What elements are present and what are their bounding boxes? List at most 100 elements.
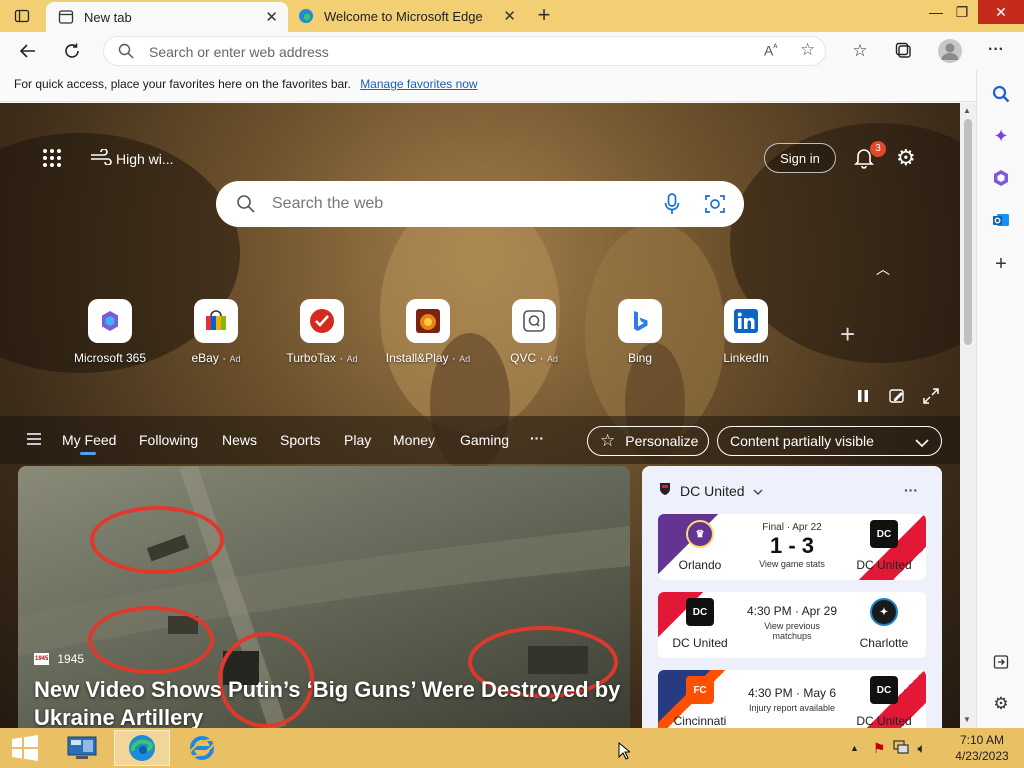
- edge-logo-icon: [298, 8, 314, 24]
- tab-play[interactable]: Play: [344, 432, 371, 448]
- page-scrollbar[interactable]: ▲ ▼: [960, 103, 976, 728]
- weather-widget[interactable]: High wi...: [90, 148, 174, 168]
- search-icon[interactable]: [989, 82, 1013, 106]
- microphone-icon[interactable]: [662, 193, 682, 218]
- tab-welcome-edge[interactable]: Welcome to Microsoft Edge ✕: [288, 0, 526, 32]
- home-team-name: DC United: [672, 636, 728, 650]
- tab-money[interactable]: Money: [393, 432, 435, 448]
- windows-taskbar: ▲ ⚑ 🔈︎ 7:10 AM 4/23/2023: [0, 728, 1024, 768]
- scrollbar-thumb[interactable]: [964, 119, 972, 345]
- favorites-icon[interactable]: ☆: [848, 40, 872, 62]
- clock[interactable]: 7:10 AM 4/23/2023: [950, 732, 1014, 764]
- game-score: 1 - 3: [769, 533, 815, 558]
- edge-taskbar-icon[interactable]: [114, 730, 170, 766]
- tab-new-tab[interactable]: New tab ✕: [46, 2, 288, 32]
- game-card[interactable]: DC DC United 4:30 PM · Apr 29 View previ…: [658, 592, 926, 658]
- notifications-bell-icon[interactable]: 3: [852, 141, 886, 171]
- hero-news-card[interactable]: 1945 1945 New Video Shows Putin’s ‘Big G…: [18, 466, 630, 728]
- action-center-flag-icon[interactable]: ⚑: [873, 740, 886, 757]
- tab-gaming[interactable]: Gaming: [460, 432, 509, 448]
- tab-actions-icon[interactable]: [10, 6, 34, 26]
- personalize-star-icon: ☆: [600, 431, 616, 450]
- quick-link-linkedin[interactable]: LinkedIn: [701, 299, 791, 365]
- feed-menu-icon[interactable]: [26, 432, 42, 449]
- quick-link-ebay[interactable]: eBay · Ad: [171, 299, 261, 365]
- away-team-name: Charlotte: [859, 636, 909, 650]
- manage-favorites-link[interactable]: Manage favorites now: [360, 77, 477, 91]
- sports-more-button[interactable]: ···: [904, 482, 918, 498]
- copilot-sparkle-icon[interactable]: ✦: [989, 124, 1013, 148]
- apps-launcher-icon[interactable]: [42, 148, 62, 171]
- refresh-button[interactable]: [60, 40, 84, 62]
- add-quick-link-button[interactable]: +: [840, 319, 855, 350]
- internet-explorer-icon[interactable]: [174, 730, 230, 766]
- mouse-cursor: [618, 741, 632, 763]
- tab-following[interactable]: Following: [139, 432, 198, 448]
- ad-label: Ad: [546, 354, 558, 364]
- feed-more-button[interactable]: ···: [530, 430, 544, 446]
- new-tab-page: High wi... Sign in 3 ⚙ Search the web ︿ …: [0, 103, 960, 728]
- quick-link-qvc[interactable]: QVC · Ad: [489, 299, 579, 365]
- game-time: 4:30 PM · Apr 29: [746, 604, 838, 618]
- server-manager-icon[interactable]: [54, 730, 110, 766]
- quick-link-turbotax[interactable]: TurboTax · Ad: [277, 299, 367, 365]
- read-aloud-icon[interactable]: Aᴬ: [764, 42, 777, 59]
- view-previous-matchups-link[interactable]: View previous matchups: [742, 621, 842, 641]
- dc-united-crest: DC: [686, 598, 714, 626]
- navigation-toolbar: Search or enter web address Aᴬ ☆ ☆ ···: [0, 32, 1024, 70]
- back-button[interactable]: [16, 40, 40, 62]
- game-card[interactable]: FC Cincinnati 4:30 PM · May 6 Injury rep…: [658, 670, 926, 728]
- sidebar-settings-icon[interactable]: ⚙: [989, 692, 1013, 716]
- address-bar[interactable]: Search or enter web address Aᴬ ☆: [103, 36, 826, 66]
- dc-united-crest: DC: [870, 520, 898, 548]
- content-visibility-label: Content partially visible: [730, 433, 874, 449]
- sign-in-button[interactable]: Sign in: [764, 143, 836, 173]
- content-visibility-dropdown[interactable]: Content partially visible: [717, 426, 942, 456]
- ebay-icon: [194, 299, 238, 343]
- hide-sidebar-icon[interactable]: [989, 650, 1013, 674]
- visual-search-icon[interactable]: [704, 193, 726, 218]
- team-selector[interactable]: DC United: [658, 482, 763, 499]
- show-hidden-icons[interactable]: ▲: [850, 743, 859, 753]
- start-button[interactable]: [0, 730, 50, 766]
- notification-badge: 3: [870, 141, 886, 157]
- office-icon[interactable]: [989, 166, 1013, 190]
- scroll-up-arrow[interactable]: ▲: [963, 106, 971, 115]
- personalize-label: Personalize: [625, 433, 699, 449]
- outlook-icon[interactable]: [989, 208, 1013, 232]
- expand-background-icon[interactable]: [923, 388, 939, 407]
- new-tab-button[interactable]: +: [532, 2, 556, 27]
- page-settings-gear-icon[interactable]: ⚙: [896, 145, 916, 171]
- add-favorite-icon[interactable]: ☆: [800, 40, 815, 60]
- settings-more-icon[interactable]: ···: [984, 38, 1008, 62]
- view-game-stats-link[interactable]: View game stats: [742, 559, 842, 569]
- tab-title: Welcome to Microsoft Edge: [324, 8, 483, 24]
- article-title[interactable]: New Video Shows Putin’s ‘Big Guns’ Were …: [34, 676, 624, 728]
- new-tab-page-icon: [58, 9, 74, 25]
- close-tab-icon[interactable]: ✕: [265, 8, 278, 26]
- game-card[interactable]: ♛ Orlando Final · Apr 22 1 - 3 View game…: [658, 514, 926, 580]
- tab-my-feed[interactable]: My Feed: [62, 432, 116, 455]
- publisher-logo: 1945: [34, 653, 50, 665]
- collections-icon[interactable]: [892, 40, 916, 62]
- scroll-down-arrow[interactable]: ▼: [963, 715, 971, 724]
- close-window-button[interactable]: ✕: [978, 0, 1024, 24]
- close-tab-icon[interactable]: ✕: [503, 7, 516, 25]
- chevron-down-icon: [753, 483, 763, 499]
- injury-report-link[interactable]: Injury report available: [742, 703, 842, 713]
- edit-background-icon[interactable]: [889, 388, 905, 407]
- maximize-button[interactable]: ❐: [946, 0, 978, 24]
- web-search-box[interactable]: Search the web: [216, 181, 744, 227]
- quick-link-install-play[interactable]: Install&Play · Ad: [383, 299, 473, 365]
- profile-avatar[interactable]: [938, 39, 962, 63]
- add-sidebar-app-icon[interactable]: +: [989, 252, 1013, 276]
- volume-icon[interactable]: 🔈︎: [917, 740, 925, 757]
- collapse-chevron-icon[interactable]: ︿: [876, 259, 890, 279]
- network-icon[interactable]: [893, 739, 910, 757]
- quick-link-bing[interactable]: Bing: [595, 299, 685, 365]
- tab-sports[interactable]: Sports: [280, 432, 320, 448]
- quick-link-microsoft-365[interactable]: Microsoft 365: [65, 299, 155, 365]
- tab-news[interactable]: News: [222, 432, 257, 448]
- pause-background-icon[interactable]: [856, 389, 870, 406]
- personalize-button[interactable]: ☆ Personalize: [587, 426, 709, 456]
